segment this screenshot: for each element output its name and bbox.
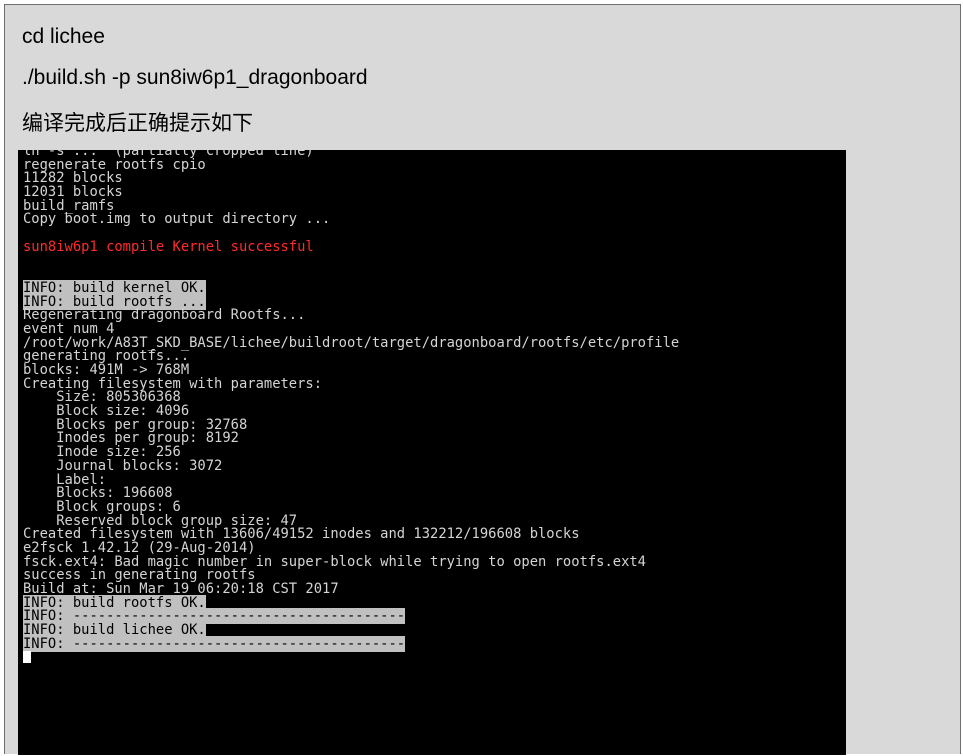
command-build-script: ./build.sh -p sun8iw6p1_dragonboard [22,66,368,89]
terminal-line: Journal blocks: 3072 [23,459,679,474]
command-cd-lichee: cd lichee [22,25,105,48]
terminal-line: Regenerating dragonboard Rootfs... [23,308,679,323]
terminal-screenshot: ln -s ... (partially cropped line) regene… [18,150,846,755]
terminal-line: sun8iw6p1 compile Kernel successful [23,238,679,255]
document-box: cd lichee ./build.sh -p sun8iw6p1_dragon… [4,4,961,755]
terminal-line: INFO: ----------------------------------… [23,635,679,652]
terminal-line-text: Copy boot.img to output directory ... [23,211,331,228]
terminal-line: Copy boot.img to output directory ... [23,213,679,227]
terminal-line-text: INFO: ----------------------------------… [23,635,406,652]
caption-expected-output: 编译完成后正确提示如下 [22,112,253,135]
terminal-line: 12031 blocks [23,185,679,200]
terminal-cursor [23,651,31,664]
terminal-line [23,651,679,665]
terminal-output: ln -s ... (partially cropped line) regene… [23,150,679,665]
terminal-line-text: sun8iw6p1 compile Kernel successful [23,238,314,255]
